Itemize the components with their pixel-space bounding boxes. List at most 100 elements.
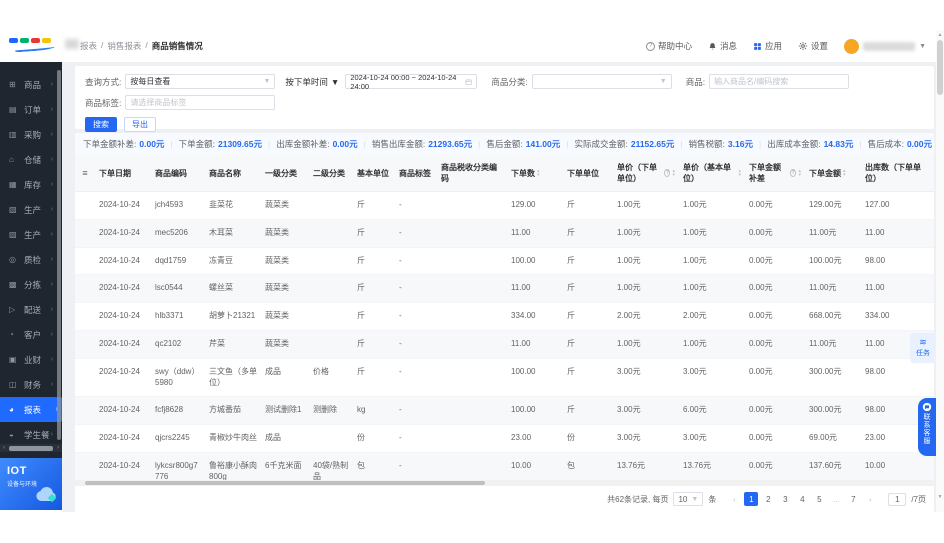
settings-button[interactable]: 设置: [798, 40, 828, 52]
search-button[interactable]: 搜索: [85, 117, 117, 132]
column-settings-icon[interactable]: ≡: [75, 155, 95, 191]
time-type-select[interactable]: 按下单时间 ▼: [285, 76, 339, 88]
sidebar-h-scroll-thumb[interactable]: [9, 445, 53, 451]
sidebar-item-quality[interactable]: ◎ 质检 ›: [0, 247, 57, 272]
table-row[interactable]: 2024-10-24 lykcsr800g7776 鲁裕康小酥肉800g 6千克米面 4…: [75, 452, 934, 480]
tasks-label: 任务: [916, 350, 930, 357]
sort-icon[interactable]: ▴ ▾: [798, 169, 801, 178]
page-v-scrollbar[interactable]: ▲ ▼: [936, 30, 944, 512]
sidebar-item-finance[interactable]: ◫ 财务 ›: [0, 372, 57, 397]
page-button-7[interactable]: 7: [846, 492, 860, 506]
layers-icon: ≋: [919, 337, 927, 347]
sidebar-item-inventory[interactable]: ▦ 库存 ›: [0, 172, 57, 197]
table-row[interactable]: 2024-10-24 lsc0544 螺丝菜 蔬菜类 斤 - 11.00 斤 1.00元 1.00…: [75, 275, 934, 304]
sort-icon[interactable]: ▴ ▾: [738, 169, 741, 178]
sidebar-item-warehouse[interactable]: ⌂ 仓储 ›: [0, 147, 57, 172]
page-button-5[interactable]: 5: [812, 492, 826, 506]
page-jump-input[interactable]: [888, 492, 907, 506]
scroll-down-icon[interactable]: ▼: [936, 494, 944, 500]
sidebar-item-sorting[interactable]: ▩ 分拣 ›: [0, 272, 57, 297]
page-button-4[interactable]: 4: [795, 492, 809, 506]
cell-tax-code: [437, 359, 507, 397]
cell-base-unit: 斤: [357, 255, 365, 265]
table-row[interactable]: 2024-10-24 dqd1759 冻青豆 蔬菜类 斤 - 100.00 斤 1.00元 1.0…: [75, 248, 934, 276]
table-row[interactable]: 2024-10-24 fcfj8628 方城番茄 测试删除1 测删除 kg - 100.00 斤…: [75, 397, 934, 426]
column-header-order-qty[interactable]: 下单数 ▴ ▾: [507, 155, 563, 191]
apps-button[interactable]: 应用: [753, 40, 782, 52]
sales-table: ≡ 下单日期 商品编码 商品名称 一级分类 二级分类 基本单位 商品标签 商品税收分类编码 下单…: [75, 155, 934, 480]
iot-title: IOT: [7, 465, 27, 477]
help-center-button[interactable]: ? 帮助中心: [646, 40, 692, 52]
customer-service-floating-button[interactable]: 联系客服: [918, 398, 936, 456]
sidebar-item-biz-finance[interactable]: ▣ 业财 ›: [0, 347, 57, 372]
cell-tax-code: [437, 275, 507, 302]
sidebar-item-production-1[interactable]: ▧ 生产 ›: [0, 197, 57, 222]
table-h-scrollbar[interactable]: [75, 480, 934, 486]
table-row[interactable]: 2024-10-24 mec5206 木耳菜 蔬菜类 斤 - 11.00 斤 1.00元 1.00…: [75, 219, 934, 248]
cell-order-date: 2024-10-24: [99, 311, 140, 321]
breadcrumb-reports[interactable]: 报表: [80, 40, 97, 52]
table-h-scroll-thumb[interactable]: [85, 481, 485, 485]
user-account-menu[interactable]: ▼: [844, 38, 926, 54]
sidebar-item-delivery[interactable]: ▷ 配送 ›: [0, 297, 57, 322]
pagination-total: 共62条记录, 每页: [607, 494, 669, 504]
sort-icon[interactable]: ▴ ▾: [843, 169, 846, 178]
tag-select-input[interactable]: [130, 98, 271, 107]
column-header-price-order-unit[interactable]: 单价（下单单位）? ▴ ▾: [613, 155, 679, 191]
cell-order-amount: 100.00元: [809, 255, 842, 265]
scroll-right-icon[interactable]: ›: [54, 445, 62, 451]
cell-price-order-unit: 1.00元: [617, 200, 641, 209]
scroll-up-icon[interactable]: ▲: [936, 32, 944, 38]
iot-banner[interactable]: IOT 设备与环境: [0, 458, 62, 510]
sidebar-item-reports[interactable]: ◕报表›: [0, 397, 62, 422]
column-header-order-amount[interactable]: 下单金额 ▴ ▾: [805, 155, 861, 191]
date-range-picker[interactable]: 2024-10-24 00:00 ~ 2024-10-24 24:00: [345, 73, 478, 91]
cell-category-1: 蔬菜类: [265, 283, 289, 293]
sidebar-scrollbar[interactable]: [57, 70, 61, 440]
query-mode-select[interactable]: 按每日查看 ▼: [125, 74, 276, 89]
sidebar-item-orders[interactable]: ▤ 订单 ›: [0, 97, 57, 122]
sidebar-item-goods[interactable]: ⊞ 商品 ›: [0, 72, 57, 97]
breadcrumb-sales-reports[interactable]: 销售报表: [107, 40, 141, 52]
table-row[interactable]: 2024-10-24 qjcrs2245 青椒炒牛肉丝 成品 份 - 23.00 份 3.00元…: [75, 425, 934, 453]
page-button-2[interactable]: 2: [761, 492, 775, 506]
chevron-down-icon: ▼: [919, 42, 926, 50]
help-tooltip-icon[interactable]: ?: [789, 169, 797, 177]
tasks-floating-button[interactable]: ≋ 任务: [910, 333, 936, 363]
sidebar-item-customers[interactable]: ◔ 客户 ›: [0, 322, 57, 347]
sort-icon[interactable]: ▴ ▾: [672, 169, 675, 178]
page-v-scroll-thumb[interactable]: [937, 40, 943, 95]
cell-amount-diff: 0.00元: [749, 227, 773, 237]
cell-outbound-qty: 10.00: [865, 460, 886, 470]
table-row[interactable]: 2024-10-24 jch4593 韭菜花 蔬菜类 斤 - 129.00 斤 1.00元 1.0…: [75, 192, 934, 220]
prev-page-button[interactable]: ‹: [727, 492, 741, 506]
sidebar-item-label: 生产: [24, 204, 42, 215]
product-search-field: [709, 74, 850, 89]
page-button-1[interactable]: 1: [744, 492, 759, 506]
row-spacer: [75, 453, 95, 480]
column-header-amount-diff[interactable]: 下单金额补差? ▴ ▾: [745, 155, 805, 191]
page-button-3[interactable]: 3: [778, 492, 792, 506]
top-bar: 报表 / 销售报表 / 商品销售情况 ? 帮助中心 消息 应用 设置 ▼: [0, 30, 944, 62]
page-ellipsis[interactable]: ...: [829, 492, 843, 506]
next-page-button[interactable]: ›: [863, 492, 877, 506]
sidebar-h-scrollbar[interactable]: ‹ ›: [0, 444, 62, 452]
sidebar-item-production-2[interactable]: ▨ 生产 ›: [0, 222, 57, 247]
summary-bar: 下单金额补差:0.00元下单金额:21309.65元出库金额补差:0.00元销售…: [75, 133, 934, 155]
sidebar-item-purchase[interactable]: ▥ 采购 ›: [0, 122, 57, 147]
table-row[interactable]: 2024-10-24 swy（ddw）5980 三文鱼（多单位） 成品 价格 斤 - 100.…: [75, 359, 934, 398]
category-select[interactable]: ▼: [531, 74, 672, 89]
messages-button[interactable]: 消息: [708, 40, 737, 52]
summary-item: 下单金额:21309.65元: [164, 138, 262, 150]
table-row[interactable]: 2024-10-24 qc2102 芹菜 蔬菜类 斤 - 11.00 斤 1.00元 1.00元 0…: [75, 330, 934, 359]
sort-icon[interactable]: ▴ ▾: [537, 169, 540, 178]
breadcrumb-separator: /: [145, 40, 148, 50]
scroll-left-icon[interactable]: ‹: [0, 445, 8, 451]
table-row[interactable]: 2024-10-24 hlb3371 胡萝卜21321 蔬菜类 斤 - 334.00 斤 2.0…: [75, 303, 934, 331]
page-size-select[interactable]: 10 ▼: [673, 492, 704, 506]
column-header-price-base-unit[interactable]: 单价（基本单位） ▴ ▾: [679, 155, 745, 191]
summary-value: 3.16元: [727, 139, 753, 149]
export-button[interactable]: 导出: [124, 117, 156, 132]
product-search-input[interactable]: [714, 77, 845, 86]
help-tooltip-icon[interactable]: ?: [664, 169, 671, 177]
